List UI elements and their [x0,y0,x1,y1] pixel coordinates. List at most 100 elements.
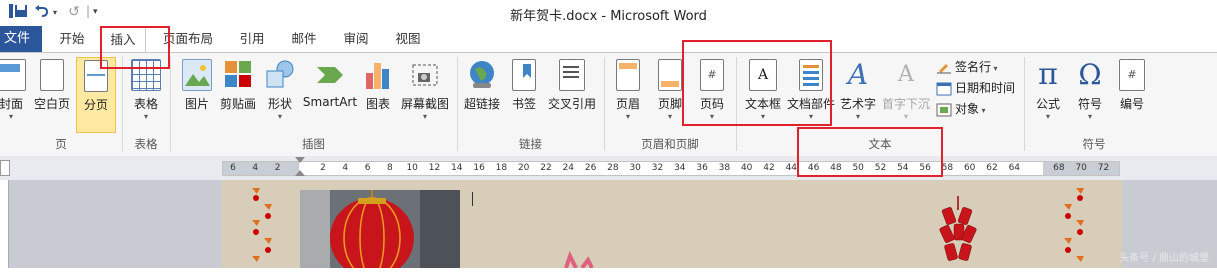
blank-page-label: 空白页 [33,97,70,111]
smartart-button[interactable]: SmartArt [302,57,358,131]
firecracker-image[interactable] [938,196,978,271]
shapes-label: 形状 [267,97,292,111]
cover-label: 封面 [0,97,23,111]
clipart-label: 剪贴画 [219,97,256,111]
wordart-button[interactable]: A 艺术字 ▾ [838,57,878,131]
chevron-down-icon: ▾ [8,112,13,121]
numbering-icon: # [1119,59,1145,91]
indent-marker[interactable] [295,157,305,163]
datetime-label: 日期和时间 [955,81,1016,95]
tab-references[interactable]: 引用 [232,26,272,52]
smartart-icon [315,59,345,91]
tab-selector[interactable] [0,160,10,176]
wordart-icon: A [847,58,869,91]
header-button[interactable]: 页眉 ▾ [610,57,646,131]
cover-button[interactable]: 封面 ▾ [0,57,28,131]
datetime-button[interactable]: 日期和时间 [936,78,1015,98]
ruler-bar: 6 4 2 2 4 6 8 10 12 14 16 18 20 22 24 26 28 30 32 34 36 38 40 4… [0,156,1217,180]
globe-icon [467,59,497,91]
ruler-number: 70 [1075,163,1087,173]
chevron-down-icon: ▾ [979,106,986,115]
screenshot-icon [410,59,440,91]
cross-reference-label: 交叉引用 [547,97,596,111]
dropcap-label: 首字下沉 [881,97,930,111]
chart-label: 图表 [365,97,390,111]
ruler-number: 40 [740,163,753,173]
horizontal-ruler[interactable]: 6 4 2 2 4 6 8 10 12 14 16 18 20 22 24 26 28 30 32 34 36 38 40 4… [222,157,1120,176]
ruler-number: 4 [252,163,259,173]
equation-button[interactable]: π 公式 ▾ [1030,57,1066,131]
ruler-number: 26 [584,163,597,173]
hyperlink-label: 超链接 [463,97,500,111]
signature-line-label: 签名行 [955,60,992,74]
numbering-button[interactable]: # 编号 [1114,57,1150,131]
tab-view[interactable]: 视图 [388,26,428,52]
ruler-number: 14 [451,163,463,173]
ruler-number: 72 [1097,163,1110,173]
dropcap-button[interactable]: A 首字下沉 ▾ [880,57,932,131]
picture-button[interactable]: 图片 [178,57,216,131]
hyperlink-button[interactable]: 超链接 [460,57,504,131]
blank-page-button[interactable]: 空白页 [32,57,72,131]
chevron-down-icon: ▾ [422,112,427,121]
hanging-indent-marker[interactable] [295,170,305,176]
bookmark-label: 书签 [511,97,536,111]
tab-review[interactable]: 审阅 [336,26,376,52]
chart-button[interactable]: 图表 [362,57,394,131]
ruler-number: 32 [651,163,664,173]
ruler-number: 42 [763,163,775,173]
chevron-down-icon: ▾ [1087,112,1092,121]
object-button[interactable]: 对象 ▾ [936,99,986,119]
ruler-number: 20 [517,163,530,173]
footer-icon [658,59,682,91]
cross-reference-button[interactable]: 交叉引用 [544,57,600,131]
shapes-button[interactable]: 形状 ▾ [262,57,298,131]
ruler-number: 64 [1008,163,1021,173]
tab-file[interactable]: 文件 [0,26,42,52]
object-icon [936,103,952,117]
chart-icon [363,59,393,91]
ruler-number: 38 [718,163,731,173]
document-page[interactable] [222,180,1122,275]
firecracker-border-right [1062,184,1090,275]
clipart-icon [223,59,253,91]
lantern-photo[interactable] [300,190,460,275]
ruler-number: 6 [364,163,371,173]
watermark: 头条号 / 鼎山的城堡 [1119,253,1209,264]
group-label-header-footer: 页眉和页脚 [641,137,699,151]
picture-icon [182,59,212,91]
pi-icon: π [1038,57,1058,92]
blank-page-icon [40,59,64,91]
window-title: 新年贺卡.docx - Microsoft Word [510,9,707,24]
object-label: 对象 [955,102,980,116]
chevron-down-icon: ▾ [903,112,908,121]
ruler-number: 28 [607,163,619,173]
bookmark-button[interactable]: 书签 [508,57,540,131]
vertical-ruler [0,180,9,268]
title-bar: ▾ ↺ | ▾ 新年贺卡.docx - Microsoft Word [0,0,1217,26]
group-label-tables: 表格 [134,137,158,151]
tab-mailings[interactable]: 邮件 [284,26,324,52]
clipart-button[interactable]: 剪贴画 [216,57,260,131]
signature-line-button[interactable]: 签名行 ▾ [936,57,998,77]
shapes-icon [265,59,295,91]
ruler-number: 22 [540,163,552,173]
header-label: 页眉 [615,97,640,111]
document-area: 头条号 / 鼎山的城堡 [0,180,1217,275]
page-break-label: 分页 [83,98,108,112]
screenshot-label: 屏幕截图 [400,97,449,111]
chevron-down-icon: ▾ [277,112,282,121]
symbol-button[interactable]: Ω 符号 ▾ [1072,57,1108,131]
tab-home[interactable]: 开始 [52,26,92,52]
cross-reference-icon [559,59,585,91]
ruler-number: 16 [473,163,485,173]
annotation-box-ruler [797,127,943,177]
table-label: 表格 [133,97,158,111]
screenshot-button[interactable]: 屏幕截图 ▾ [398,57,452,131]
ruler-number: 18 [495,163,508,173]
picture-label: 图片 [184,97,209,111]
ruler-number: 68 [1053,163,1065,173]
annotation-box-insert-tab [100,26,170,69]
group-label-pages: 页 [55,137,67,151]
ribbon: 封面 ▾ 空白页 分页 页 表格 ▾ 表格 图片 剪贴画 形状 ▾ SmartA… [0,52,1217,157]
